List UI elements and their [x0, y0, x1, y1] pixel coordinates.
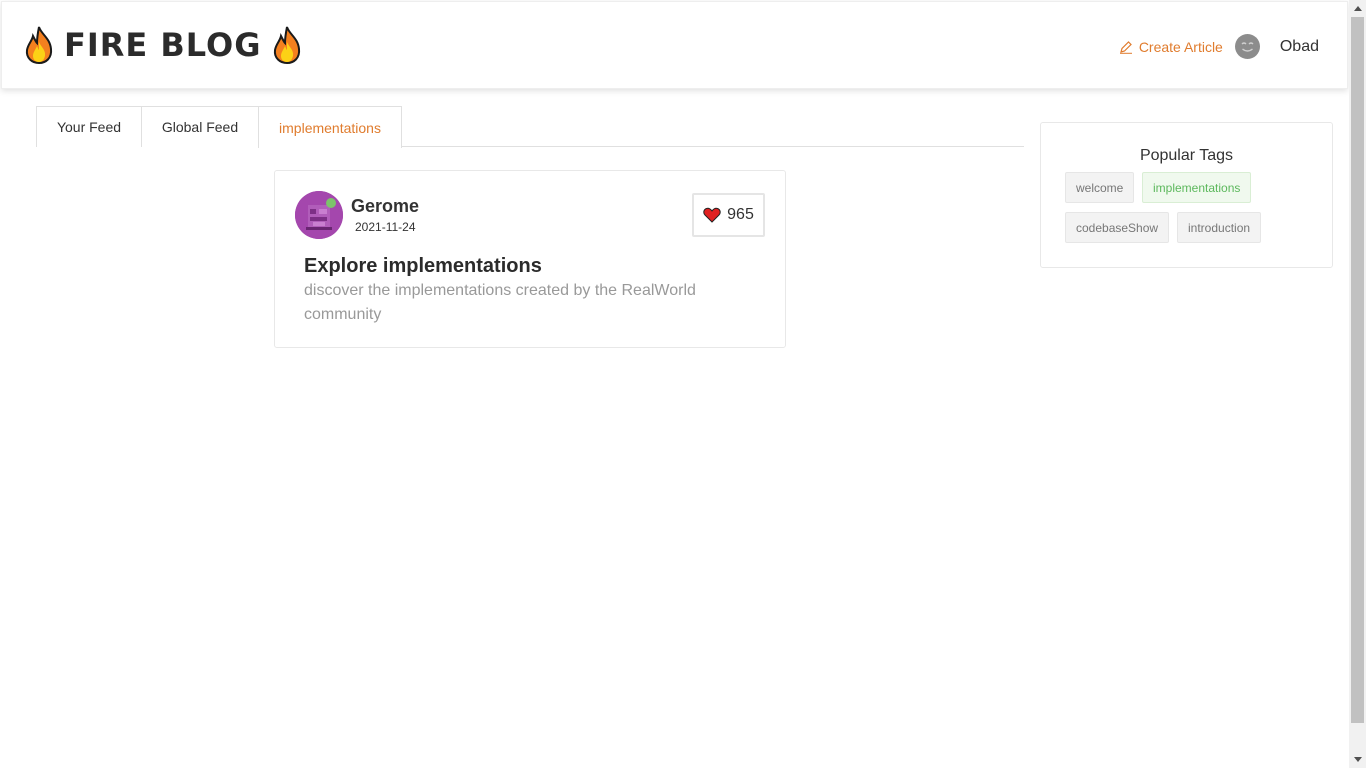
user-avatar[interactable]: [1234, 34, 1260, 59]
username[interactable]: Obad: [1280, 38, 1319, 56]
article-date: 2021-11-24: [355, 220, 416, 234]
author-avatar[interactable]: [295, 191, 343, 239]
vertical-scrollbar[interactable]: [1349, 0, 1366, 768]
popular-tags-panel: Popular Tags welcome implementations cod…: [1040, 122, 1333, 268]
favorite-count: 965: [727, 206, 754, 223]
triangle-down-icon: [1353, 757, 1362, 762]
tab-global-feed[interactable]: Global Feed: [141, 106, 259, 147]
tab-label: Global Feed: [161, 119, 239, 135]
tab-your-feed[interactable]: Your Feed: [36, 106, 142, 147]
article-card: Gerome 2021-11-24 965 Explore implementa…: [274, 170, 786, 348]
tag-introduction[interactable]: introduction: [1177, 212, 1262, 243]
tab-label: Your Feed: [56, 119, 122, 135]
tab-implementations[interactable]: implementations: [258, 106, 402, 148]
tag-codebaseshow[interactable]: codebaseShow: [1065, 212, 1170, 243]
heart-icon: [703, 207, 721, 223]
header-nav: Create Article Obad: [1119, 34, 1319, 59]
triangle-up-icon: [1353, 6, 1362, 11]
scrollbar-thumb[interactable]: [1351, 17, 1364, 723]
site-logo[interactable]: FIRE BLOG: [24, 26, 302, 64]
create-article-label: Create Article: [1138, 38, 1223, 55]
popular-tags-title: Popular Tags: [1139, 147, 1234, 164]
scroll-up-arrow[interactable]: [1349, 0, 1366, 17]
tab-label: implementations: [279, 119, 381, 136]
smiley-icon: [1241, 42, 1254, 52]
tag-welcome[interactable]: welcome: [1065, 172, 1135, 203]
feed-tabs: Your Feed Global Feed implementations: [36, 106, 1024, 148]
article-title[interactable]: Explore implementations: [304, 255, 542, 278]
site-header: FIRE BLOG Create Article Obad: [1, 1, 1348, 89]
pencil-icon: [1119, 40, 1132, 54]
favorite-button[interactable]: 965: [692, 193, 765, 237]
tag-implementations[interactable]: implementations: [1142, 172, 1252, 203]
page-viewport: FIRE BLOG Create Article Obad Your Feed …: [0, 0, 1349, 768]
scroll-down-arrow[interactable]: [1349, 751, 1366, 768]
author-name[interactable]: Gerome: [351, 196, 419, 217]
logo-text: FIRE BLOG: [64, 26, 262, 64]
article-description: discover the implementations created by …: [304, 282, 696, 323]
flame-icon: [273, 26, 300, 64]
flame-icon: [25, 26, 53, 64]
create-article-link[interactable]: Create Article: [1119, 39, 1223, 55]
author-avatar-image: [295, 191, 343, 239]
